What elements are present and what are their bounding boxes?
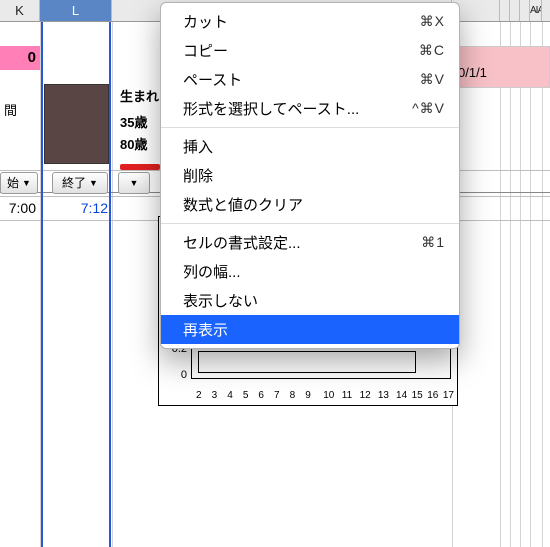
red-marker [120,164,160,170]
menu-copy[interactable]: コピー ⌘C [161,36,459,65]
menu-separator [161,127,459,128]
menu-shortcut: ^⌘V [412,100,445,117]
cell-text-2: 35歳 [120,112,147,131]
menu-delete[interactable]: 削除 [161,161,459,190]
chevron-down-icon: ▼ [130,173,139,193]
xtick-label: 17 [443,390,454,401]
xtick-label: 2 [196,390,202,401]
ytick-label: 0 [181,369,187,381]
cell-text-3: 80歳 [120,134,147,153]
xtick-label: 4 [227,390,233,401]
chevron-down-icon: ▼ [22,173,31,193]
col-header-K[interactable]: K [0,0,40,21]
menu-shortcut: ⌘1 [421,234,445,251]
spreadsheet-viewport: K L AIAIA 0 間 生まれ 35歳 80歳 始 ▼ [0,0,550,547]
xtick-label: 15 [412,390,423,401]
menu-label: カット [183,11,228,32]
menu-label: 形式を選択してペースト... [183,98,359,119]
menu-separator [161,223,459,224]
menu-label: 再表示 [183,319,228,340]
xtick-label: 7 [274,390,280,401]
menu-label: 列の幅... [183,261,241,282]
end-button-label: 終了 [62,173,86,193]
menu-insert[interactable]: 挿入 [161,132,459,161]
xtick-label: 9 [305,390,311,401]
xtick-label: 6 [258,390,264,401]
xtick-label: 3 [212,390,218,401]
xtick-label: 5 [243,390,249,401]
menu-clear[interactable]: 数式と値のクリア [161,190,459,219]
date-cell[interactable]: 0/1/1 [453,46,550,88]
context-menu: カット ⌘X コピー ⌘C ペースト ⌘V 形式を選択してペースト... ^⌘V… [160,2,460,349]
xtick-label: 8 [290,390,296,401]
menu-shortcut: ⌘V [420,71,445,88]
xtick-label: 13 [378,390,389,401]
menu-paste[interactable]: ペースト ⌘V [161,65,459,94]
col-header-right-group[interactable]: AIAIA [530,0,542,21]
col-header-Q[interactable] [520,0,530,21]
menu-label: ペースト [183,69,242,90]
start-button[interactable]: 始 ▼ [0,172,38,194]
pink-cell[interactable]: 0 [0,46,40,70]
menu-shortcut: ⌘C [419,42,445,59]
menu-column-width[interactable]: 列の幅... [161,257,459,286]
chart-inner-box [198,351,416,373]
menu-format-cells[interactable]: セルの書式設定... ⌘1 [161,228,459,257]
time-cell-2[interactable]: 7:12 [48,200,108,216]
filter-button[interactable]: ▼ [118,172,150,194]
col-header-P[interactable] [510,0,520,21]
col-header-L[interactable]: L [40,0,112,21]
xtick-label: 11 [342,390,352,401]
chart-x-axis: 2 3 4 5 6 7 8 9 10 11 12 13 14 15 16 17 [191,379,451,403]
xtick-label: 10 [323,390,334,401]
menu-label: コピー [183,40,228,61]
time-cell-1[interactable]: 7:00 [0,200,36,216]
menu-shortcut: ⌘X [420,13,445,30]
xtick-label: 16 [427,390,438,401]
menu-label: 挿入 [183,136,213,157]
menu-label: 削除 [183,165,213,186]
xtick-label: 12 [360,390,371,401]
menu-hide[interactable]: 表示しない [161,286,459,315]
menu-cut[interactable]: カット ⌘X [161,7,459,36]
cell-label-left: 間 [4,100,17,119]
end-button[interactable]: 終了 ▼ [52,172,108,194]
menu-unhide[interactable]: 再表示 [161,315,459,344]
xtick-label: 14 [396,390,407,401]
chevron-down-icon: ▼ [89,173,98,193]
dark-chart-thumb[interactable] [44,84,109,164]
menu-label: セルの書式設定... [183,232,301,253]
start-button-label: 始 [7,173,19,193]
menu-paste-special[interactable]: 形式を選択してペースト... ^⌘V [161,94,459,123]
menu-label: 表示しない [183,290,258,311]
menu-label: 数式と値のクリア [183,194,303,215]
col-header-O[interactable] [500,0,510,21]
cell-text-1: 生まれ [120,86,159,105]
